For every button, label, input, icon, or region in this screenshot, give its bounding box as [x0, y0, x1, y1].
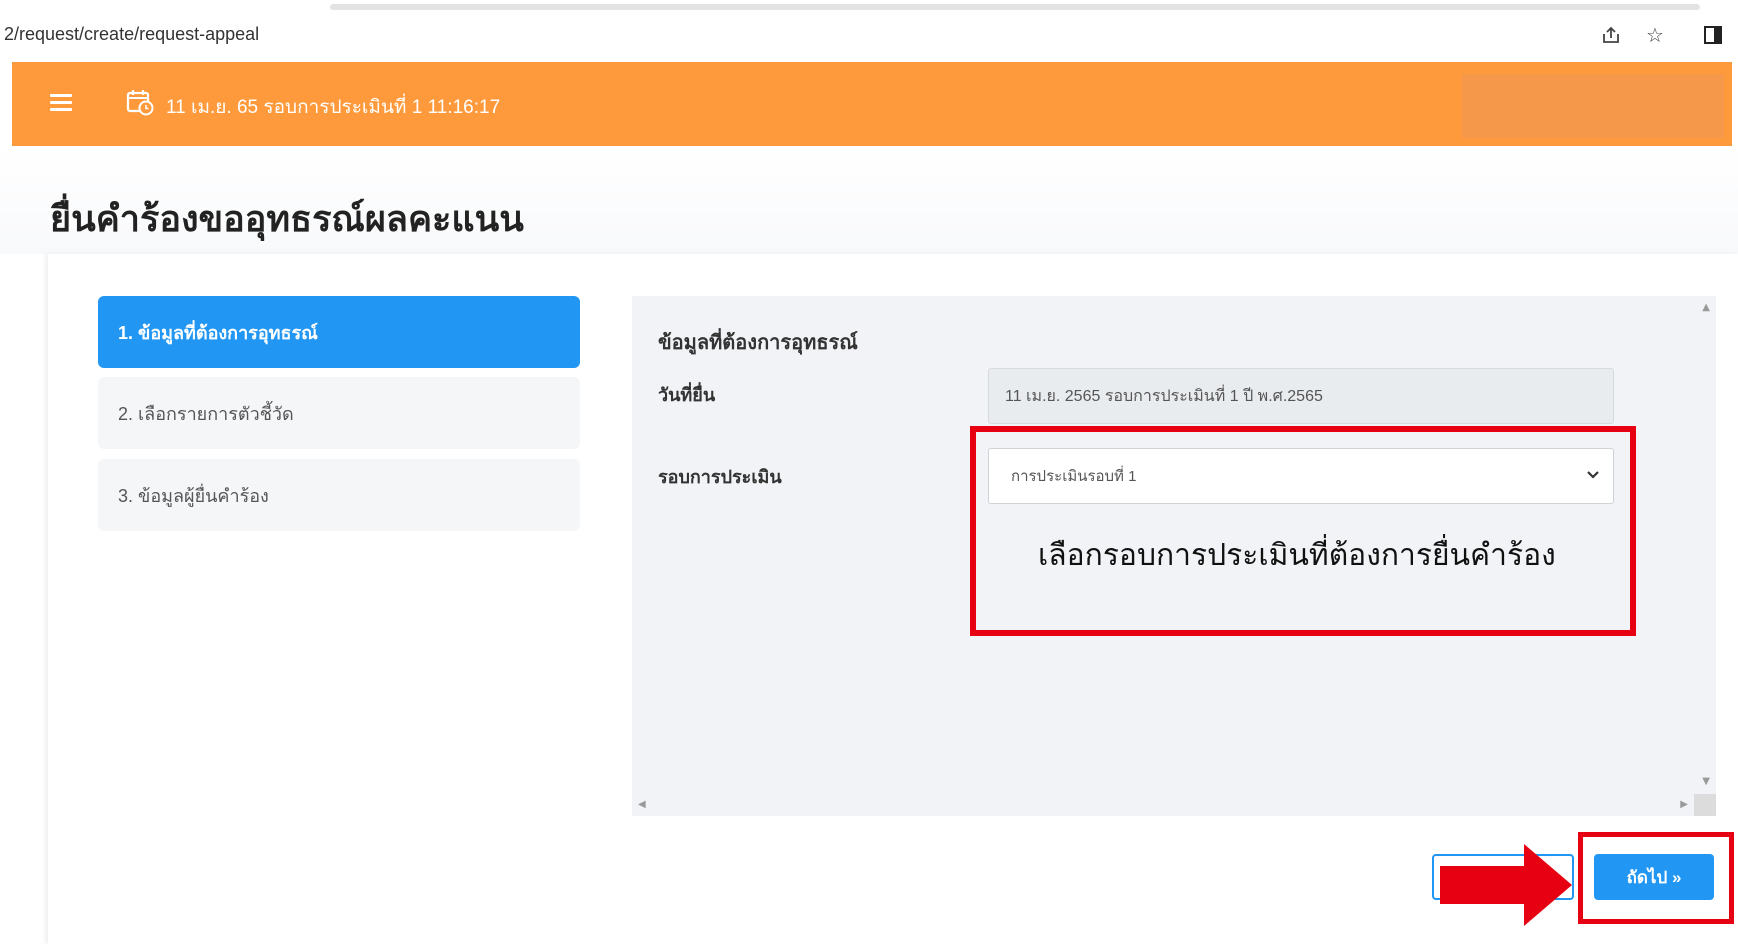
horizontal-scrollbar[interactable]: ◀ ▶	[632, 794, 1696, 816]
scroll-right-icon[interactable]: ▶	[1680, 799, 1688, 810]
app-header: 11 เม.ย. 65 รอบการประเมินที่ 1 11:16:17	[12, 62, 1732, 146]
side-panel-icon[interactable]	[1700, 22, 1726, 48]
browser-top-strip	[330, 4, 1700, 10]
step-3-applicant-info[interactable]: 3. ข้อมูลผู้ยื่นคำร้อง	[98, 459, 580, 531]
annotation-highlight-box: เลือกรอบการประเมินที่ต้องการยื่นคำร้อง	[970, 426, 1636, 636]
url-text: 2/request/create/request-appeal	[4, 24, 260, 44]
calendar-icon	[126, 88, 154, 116]
scroll-left-icon[interactable]: ◀	[638, 799, 646, 810]
scroll-down-icon[interactable]: ▼	[1702, 776, 1710, 787]
header-date-round-time: 11 เม.ย. 65 รอบการประเมินที่ 1 11:16:17	[166, 97, 501, 118]
submit-date-field: 11 เม.ย. 2565 รอบการประเมินที่ 1 ปี พ.ศ.…	[988, 368, 1614, 424]
page-title: ยื่นคำร้องขออุทธรณ์ผลคะแนน	[50, 198, 524, 239]
user-info-area[interactable]	[1462, 74, 1724, 138]
address-bar[interactable]: 2/request/create/request-appeal ☆	[0, 14, 1738, 58]
red-arrow-icon	[1440, 844, 1572, 926]
step-1-appeal-info[interactable]: 1. ข้อมูลที่ต้องการอุทธรณ์	[98, 296, 580, 368]
submit-date-label: วันที่ยื่น	[658, 385, 716, 405]
step-2-select-indicators[interactable]: 2. เลือกรายการตัวชี้วัด	[98, 377, 580, 449]
evaluation-round-label: รอบการประเมิน	[658, 467, 782, 487]
form-heading: ข้อมูลที่ต้องการอุทธรณ์	[658, 332, 858, 354]
scroll-up-icon[interactable]: ▲	[1702, 302, 1710, 313]
menu-icon[interactable]	[50, 94, 72, 112]
annotation-text: เลือกรอบการประเมินที่ต้องการยื่นคำร้อง	[1038, 538, 1556, 573]
next-button[interactable]: ถัดไป »	[1594, 854, 1714, 900]
share-icon[interactable]	[1598, 22, 1624, 48]
submit-date-value: 11 เม.ย. 2565 รอบการประเมินที่ 1 ปี พ.ศ.…	[1005, 387, 1323, 405]
scroll-corner	[1694, 794, 1716, 816]
bookmark-star-icon[interactable]: ☆	[1642, 22, 1668, 48]
